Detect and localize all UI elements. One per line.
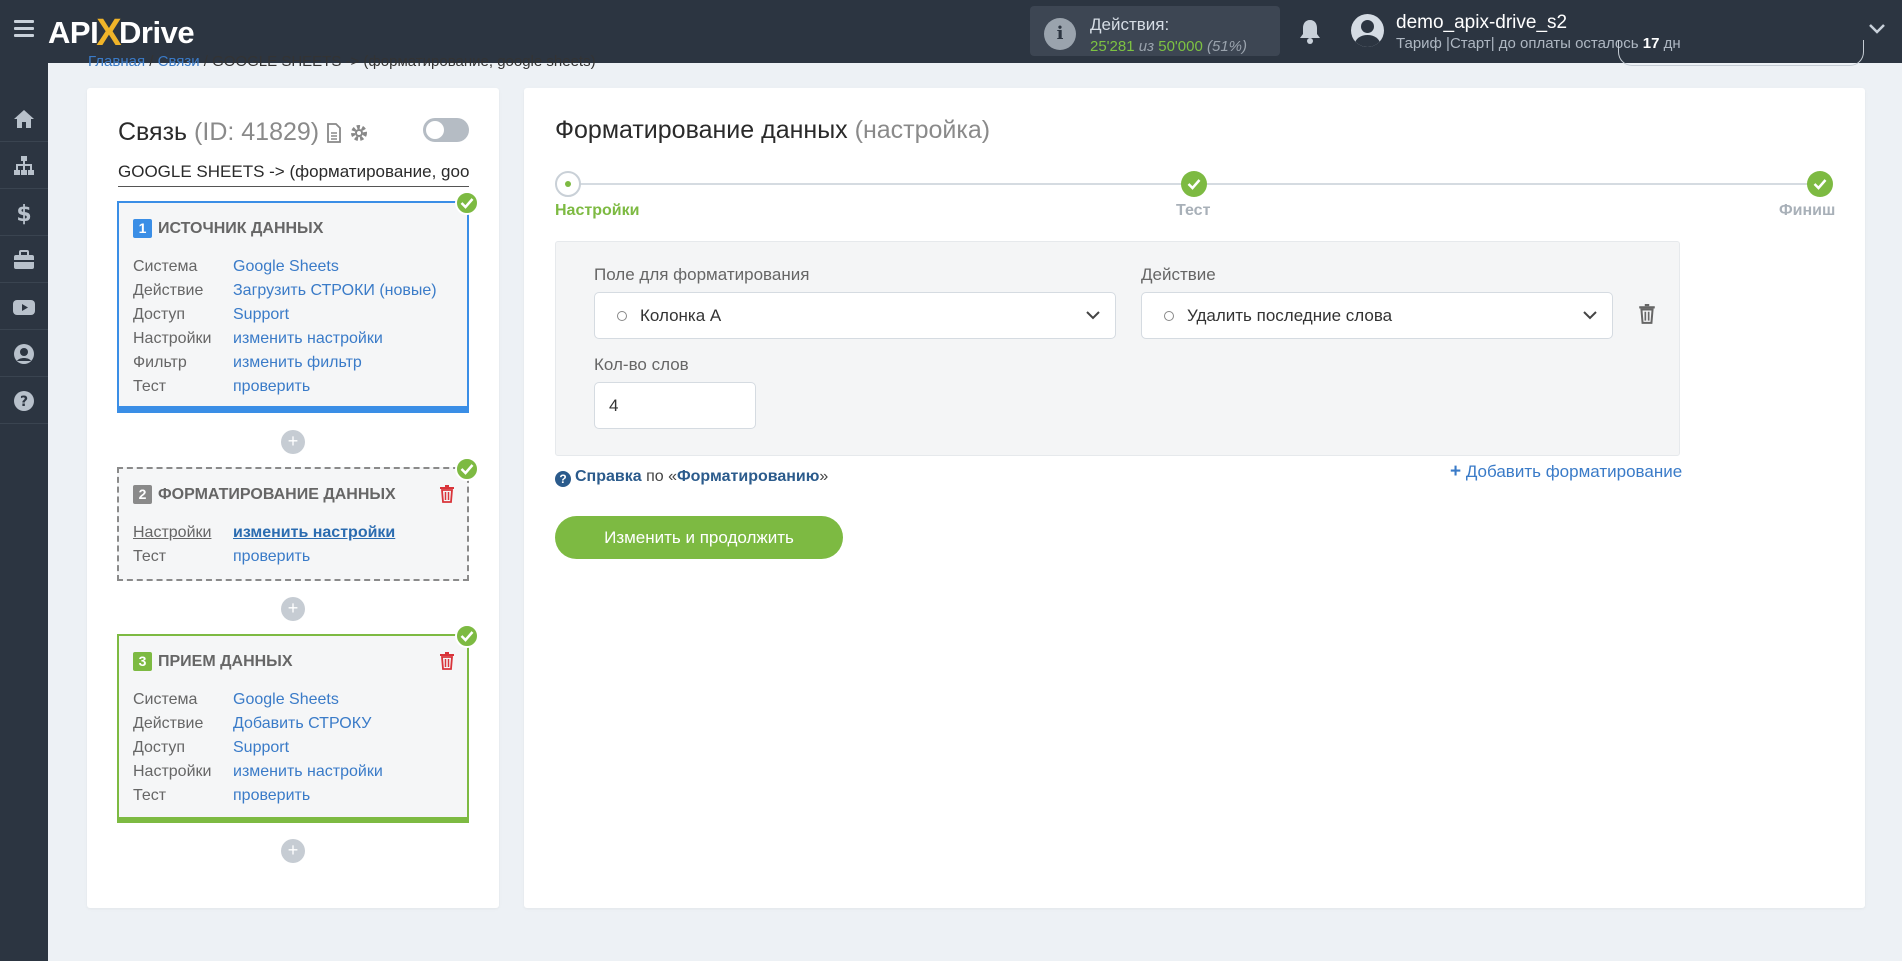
bell-icon[interactable] bbox=[1298, 18, 1322, 44]
chevron-down-icon bbox=[1086, 311, 1100, 320]
help-link[interactable]: ? Справка по «Форматированию» bbox=[555, 468, 828, 487]
settings-link[interactable]: изменить настройки bbox=[233, 330, 383, 347]
document-icon[interactable] bbox=[326, 123, 342, 144]
help-icon[interactable]: ? bbox=[0, 378, 48, 424]
source-block: 1 ИСТОЧНИК ДАННЫХ Система Google Sheets Де… bbox=[117, 191, 479, 413]
step-finish-dot[interactable] bbox=[1807, 171, 1833, 197]
home-icon[interactable] bbox=[0, 96, 48, 142]
system-link[interactable]: Google Sheets bbox=[233, 258, 339, 275]
step-test-dot[interactable] bbox=[1181, 171, 1207, 197]
question-icon: ? bbox=[555, 471, 571, 487]
block-row: Действие Добавить СТРОКУ bbox=[133, 715, 372, 732]
breadcrumb-home[interactable]: Главная bbox=[88, 53, 145, 70]
block-row: Система Google Sheets bbox=[133, 691, 339, 708]
block-row: Тест проверить bbox=[133, 548, 311, 565]
destination-block-title: 3 ПРИЕМ ДАННЫХ bbox=[133, 652, 293, 671]
trash-icon[interactable] bbox=[439, 485, 455, 503]
check-icon bbox=[455, 457, 479, 481]
breadcrumb-current: GOOGLE SHEETS -> (форматирование, google… bbox=[212, 53, 596, 70]
actions-counter[interactable]: i Действия: 25'281 из 50'000 (51%) bbox=[1030, 6, 1280, 56]
action-link[interactable]: Добавить СТРОКУ bbox=[233, 715, 371, 732]
system-link[interactable]: Google Sheets bbox=[233, 691, 339, 708]
block-row: Настройки изменить настройки bbox=[133, 763, 383, 780]
access-link[interactable]: Support bbox=[233, 739, 289, 756]
block-row: Тест проверить bbox=[133, 787, 311, 804]
connection-toggle[interactable] bbox=[423, 118, 469, 142]
svg-text:$: $ bbox=[16, 202, 31, 225]
plus-icon: + bbox=[1450, 461, 1462, 482]
destination-block-rows: Система Google Sheets Действие Добавить СТ… bbox=[133, 688, 383, 808]
page-title: Форматирование данных (настройка) bbox=[555, 116, 991, 144]
field-label: Поле для форматирования bbox=[594, 265, 810, 284]
formatting-block-rows: Настройки изменить настройки Тест проверит… bbox=[133, 521, 395, 569]
settings-link[interactable]: изменить настройки bbox=[233, 763, 383, 780]
block-row: Настройки изменить настройки bbox=[133, 524, 396, 541]
test-link[interactable]: проверить bbox=[233, 548, 310, 565]
destination-block: 3 ПРИЕМ ДАННЫХ Система Google Sheets Дейст… bbox=[117, 624, 479, 823]
trash-icon[interactable] bbox=[439, 652, 455, 670]
avatar[interactable] bbox=[1351, 14, 1384, 47]
info-icon: i bbox=[1044, 18, 1076, 50]
breadcrumb-links[interactable]: Связи bbox=[158, 53, 200, 70]
breadcrumb: Главная / Связи / GOOGLE SHEETS -> (форм… bbox=[88, 53, 596, 70]
source-block-rows: Система Google Sheets Действие Загрузить С… bbox=[133, 255, 437, 399]
action-link[interactable]: Загрузить СТРОКИ (новые) bbox=[233, 282, 437, 299]
user-circle-icon[interactable] bbox=[0, 331, 48, 377]
submit-button[interactable]: Изменить и продолжить bbox=[555, 516, 843, 559]
youtube-icon[interactable] bbox=[0, 284, 48, 330]
logo[interactable]: APIXDrive bbox=[48, 10, 195, 54]
step-finish-label[interactable]: Финиш bbox=[1779, 202, 1835, 220]
add-formatting-button[interactable]: + Добавить форматирование bbox=[1450, 461, 1682, 483]
add-block-button[interactable]: + bbox=[281, 839, 305, 863]
chevron-down-icon bbox=[1583, 311, 1597, 320]
add-block-button[interactable]: + bbox=[281, 597, 305, 621]
check-icon bbox=[455, 624, 479, 648]
formatting-panel: Форматирование данных (настройка) Настро… bbox=[524, 88, 1865, 908]
filter-link[interactable]: изменить фильтр bbox=[233, 354, 362, 371]
dollar-icon[interactable]: $ bbox=[0, 190, 48, 236]
formatting-block-title: 2 ФОРМАТИРОВАНИЕ ДАННЫХ bbox=[133, 485, 396, 504]
chevron-down-icon[interactable] bbox=[1868, 22, 1886, 36]
formatting-block: 2 ФОРМАТИРОВАНИЕ ДАННЫХ Настройки изменить… bbox=[117, 457, 479, 581]
test-link[interactable]: проверить bbox=[233, 378, 310, 395]
gear-icon[interactable] bbox=[349, 123, 369, 143]
check-icon bbox=[455, 191, 479, 215]
user-name[interactable]: demo_apix-drive_s2 bbox=[1396, 12, 1567, 34]
step-settings-dot[interactable] bbox=[555, 171, 581, 197]
count-input[interactable]: 4 bbox=[594, 382, 756, 429]
trash-icon[interactable] bbox=[1638, 304, 1656, 324]
count-label: Кол-во слов bbox=[594, 355, 689, 374]
formatting-rule: Поле для форматирования Колонка A Действ… bbox=[555, 241, 1680, 456]
step-test-label[interactable]: Тест bbox=[1176, 202, 1210, 220]
block-row: Действие Загрузить СТРОКИ (новые) bbox=[133, 282, 437, 299]
action-select[interactable]: Удалить последние слова bbox=[1141, 292, 1613, 339]
add-block-button[interactable]: + bbox=[281, 430, 305, 454]
block-row: Доступ Support bbox=[133, 306, 290, 323]
action-label: Действие bbox=[1141, 265, 1216, 284]
header-button[interactable] bbox=[1618, 40, 1864, 66]
connection-title: Связь (ID: 41829) bbox=[118, 118, 369, 147]
briefcase-icon[interactable] bbox=[0, 237, 48, 283]
access-link[interactable]: Support bbox=[233, 306, 289, 323]
block-row: Система Google Sheets bbox=[133, 258, 339, 275]
actions-title: Действия: bbox=[1090, 15, 1170, 34]
menu-icon[interactable] bbox=[14, 20, 34, 38]
connection-panel: Связь (ID: 41829) GOOGLE SHEETS -> (форм… bbox=[87, 88, 499, 908]
sitemap-icon[interactable] bbox=[0, 143, 48, 189]
block-row: Настройки изменить настройки bbox=[133, 330, 383, 347]
block-row: Фильтр изменить фильтр bbox=[133, 354, 362, 371]
step-settings-label[interactable]: Настройки bbox=[555, 202, 639, 220]
block-row: Доступ Support bbox=[133, 739, 290, 756]
source-block-title: 1 ИСТОЧНИК ДАННЫХ bbox=[133, 219, 323, 238]
connection-name[interactable]: GOOGLE SHEETS -> (форматирование, google… bbox=[118, 162, 469, 187]
field-select[interactable]: Колонка A bbox=[594, 292, 1116, 339]
settings-link[interactable]: изменить настройки bbox=[233, 524, 395, 541]
svg-text:?: ? bbox=[20, 394, 28, 410]
test-link[interactable]: проверить bbox=[233, 787, 310, 804]
block-row: Тест проверить bbox=[133, 378, 311, 395]
sidebar: $ ? bbox=[0, 63, 48, 961]
actions-usage: 25'281 из 50'000 (51%) bbox=[1090, 38, 1248, 55]
